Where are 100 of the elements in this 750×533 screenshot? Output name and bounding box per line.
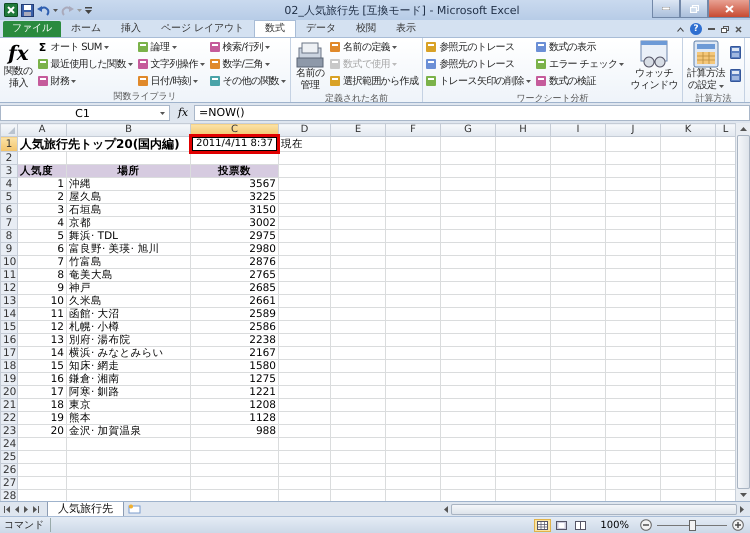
collapse-ribbon-icon[interactable]	[677, 26, 684, 32]
ribbon-button[interactable]: 日付/時刻	[136, 73, 207, 89]
close-button[interactable]	[708, 0, 750, 18]
ribbon-button[interactable]: 数式の検証	[534, 73, 626, 89]
ribbon-tab[interactable]: ホーム	[61, 21, 111, 37]
customize-icon[interactable]	[85, 6, 92, 14]
normal-view-button[interactable]	[534, 518, 552, 532]
ribbon-button[interactable]: 数式の表示	[534, 39, 626, 55]
ribbon-button[interactable]: 名前の定義	[329, 39, 420, 55]
ribbon-button[interactable]: トレース矢印の削除	[425, 73, 533, 89]
undo-icon[interactable]	[37, 4, 50, 16]
row-header[interactable]: 6	[0, 204, 18, 216]
column-header[interactable]: J	[606, 124, 660, 136]
save-icon[interactable]	[21, 4, 34, 16]
ribbon-tab[interactable]: ページ レイアウト	[151, 21, 254, 37]
column-header[interactable]: D	[278, 124, 330, 136]
ribbon-button[interactable]: 参照元のトレース	[425, 39, 533, 55]
last-sheet-icon[interactable]	[33, 506, 39, 512]
row-header[interactable]: 26	[0, 464, 18, 476]
zoom-level[interactable]: 100%	[594, 520, 635, 530]
row-header[interactable]: 4	[0, 178, 18, 190]
insert-function-button[interactable]: fx	[172, 105, 194, 121]
help-button[interactable]: ?	[690, 23, 702, 35]
column-header[interactable]: E	[330, 124, 386, 136]
row-header[interactable]: 25	[0, 450, 18, 464]
column-header[interactable]: I	[550, 124, 606, 136]
scroll-right-icon[interactable]	[740, 506, 744, 512]
row-header[interactable]: 27	[0, 476, 18, 490]
ribbon-button[interactable]: 最近使用した関数	[36, 56, 135, 72]
column-header[interactable]: B	[66, 124, 190, 136]
row-header[interactable]: 15	[0, 320, 18, 334]
row-header[interactable]: 28	[0, 490, 18, 501]
column-header[interactable]: L	[716, 124, 735, 136]
ribbon-tab[interactable]: 校閲	[346, 21, 386, 37]
sheet-tab[interactable]: 人気旅行先	[47, 502, 124, 516]
minimize-button[interactable]	[652, 0, 680, 18]
row-header[interactable]: 19	[0, 372, 18, 386]
row-header[interactable]: 3	[0, 164, 18, 178]
ribbon-tab[interactable]: 表示	[386, 21, 426, 37]
file-tab[interactable]: ファイル	[3, 21, 61, 37]
column-header[interactable]: F	[386, 124, 440, 136]
row-header[interactable]: 17	[0, 346, 18, 360]
formula-field[interactable]: =NOW()	[194, 105, 750, 121]
scroll-up-icon[interactable]	[740, 127, 746, 131]
new-sheet-icon[interactable]	[128, 504, 142, 514]
scroll-thumb[interactable]	[736, 135, 750, 489]
ribbon-button[interactable]: Σ オート SUM	[36, 39, 135, 55]
name-box[interactable]: C1	[0, 105, 170, 121]
ribbon-tab[interactable]: 数式	[254, 20, 296, 37]
row-header[interactable]: 16	[0, 334, 18, 346]
ribbon-button[interactable]: 検索/行列	[208, 39, 288, 55]
ribbon-button[interactable]: 名前の 管理	[293, 39, 328, 93]
ribbon-tab[interactable]: データ	[296, 21, 346, 37]
next-sheet-icon[interactable]	[24, 506, 28, 512]
row-header[interactable]: 7	[0, 216, 18, 230]
scroll-left-icon[interactable]	[444, 506, 448, 512]
row-header[interactable]: 10	[0, 256, 18, 268]
row-header[interactable]: 13	[0, 294, 18, 308]
previous-sheet-icon[interactable]	[15, 506, 19, 512]
ribbon-button[interactable]: その他の関数	[208, 73, 288, 89]
first-sheet-icon[interactable]	[4, 506, 10, 512]
caret-icon[interactable]	[53, 8, 58, 12]
ribbon-button[interactable]: 財務	[36, 73, 135, 89]
spreadsheet-icon[interactable]	[4, 3, 18, 17]
scroll-down-icon[interactable]	[740, 493, 746, 497]
restore-button[interactable]	[680, 0, 708, 18]
vertical-scrollbar[interactable]	[735, 123, 750, 501]
row-header[interactable]: 11	[0, 268, 18, 282]
row-header[interactable]: 22	[0, 412, 18, 424]
calculator-button[interactable]	[728, 68, 742, 83]
row-header[interactable]: 18	[0, 360, 18, 372]
row-header[interactable]: 2	[0, 152, 18, 164]
scroll-thumb[interactable]	[451, 504, 737, 514]
row-header[interactable]: 24	[0, 438, 18, 450]
restore-icon[interactable]	[721, 26, 729, 32]
column-header[interactable]: K	[660, 124, 716, 136]
row-header[interactable]: 12	[0, 282, 18, 294]
row-header[interactable]: 14	[0, 308, 18, 320]
ribbon-button[interactable]: fx 関数の 挿入	[2, 39, 34, 91]
ribbon-button[interactable]: ウォッチ ウィンドウ	[628, 39, 680, 93]
row-header[interactable]: 23	[0, 424, 18, 438]
ribbon-button[interactable]: 選択範囲から作成	[329, 73, 420, 89]
row-header[interactable]: 8	[0, 230, 18, 242]
row-header[interactable]: 1	[0, 136, 18, 152]
calculator-button[interactable]	[728, 45, 742, 60]
row-header[interactable]: 9	[0, 242, 18, 256]
zoom-out-icon[interactable]	[640, 519, 652, 531]
column-header[interactable]: G	[440, 124, 496, 136]
minimize-icon[interactable]	[708, 28, 715, 30]
row-header[interactable]: 20	[0, 386, 18, 398]
zoom-in-icon[interactable]	[732, 519, 744, 531]
close-icon[interactable]	[735, 26, 742, 32]
ribbon-button[interactable]: 計算方法 の設定	[684, 39, 727, 93]
column-header[interactable]: A	[18, 124, 66, 136]
column-header[interactable]: H	[496, 124, 550, 136]
ribbon-button[interactable]: エラー チェック	[534, 56, 626, 72]
ribbon-button[interactable]: 論理	[136, 39, 207, 55]
ribbon-button[interactable]: 参照先のトレース	[425, 56, 533, 72]
row-header[interactable]: 21	[0, 398, 18, 412]
ribbon-button[interactable]: 文字列操作	[136, 56, 207, 72]
